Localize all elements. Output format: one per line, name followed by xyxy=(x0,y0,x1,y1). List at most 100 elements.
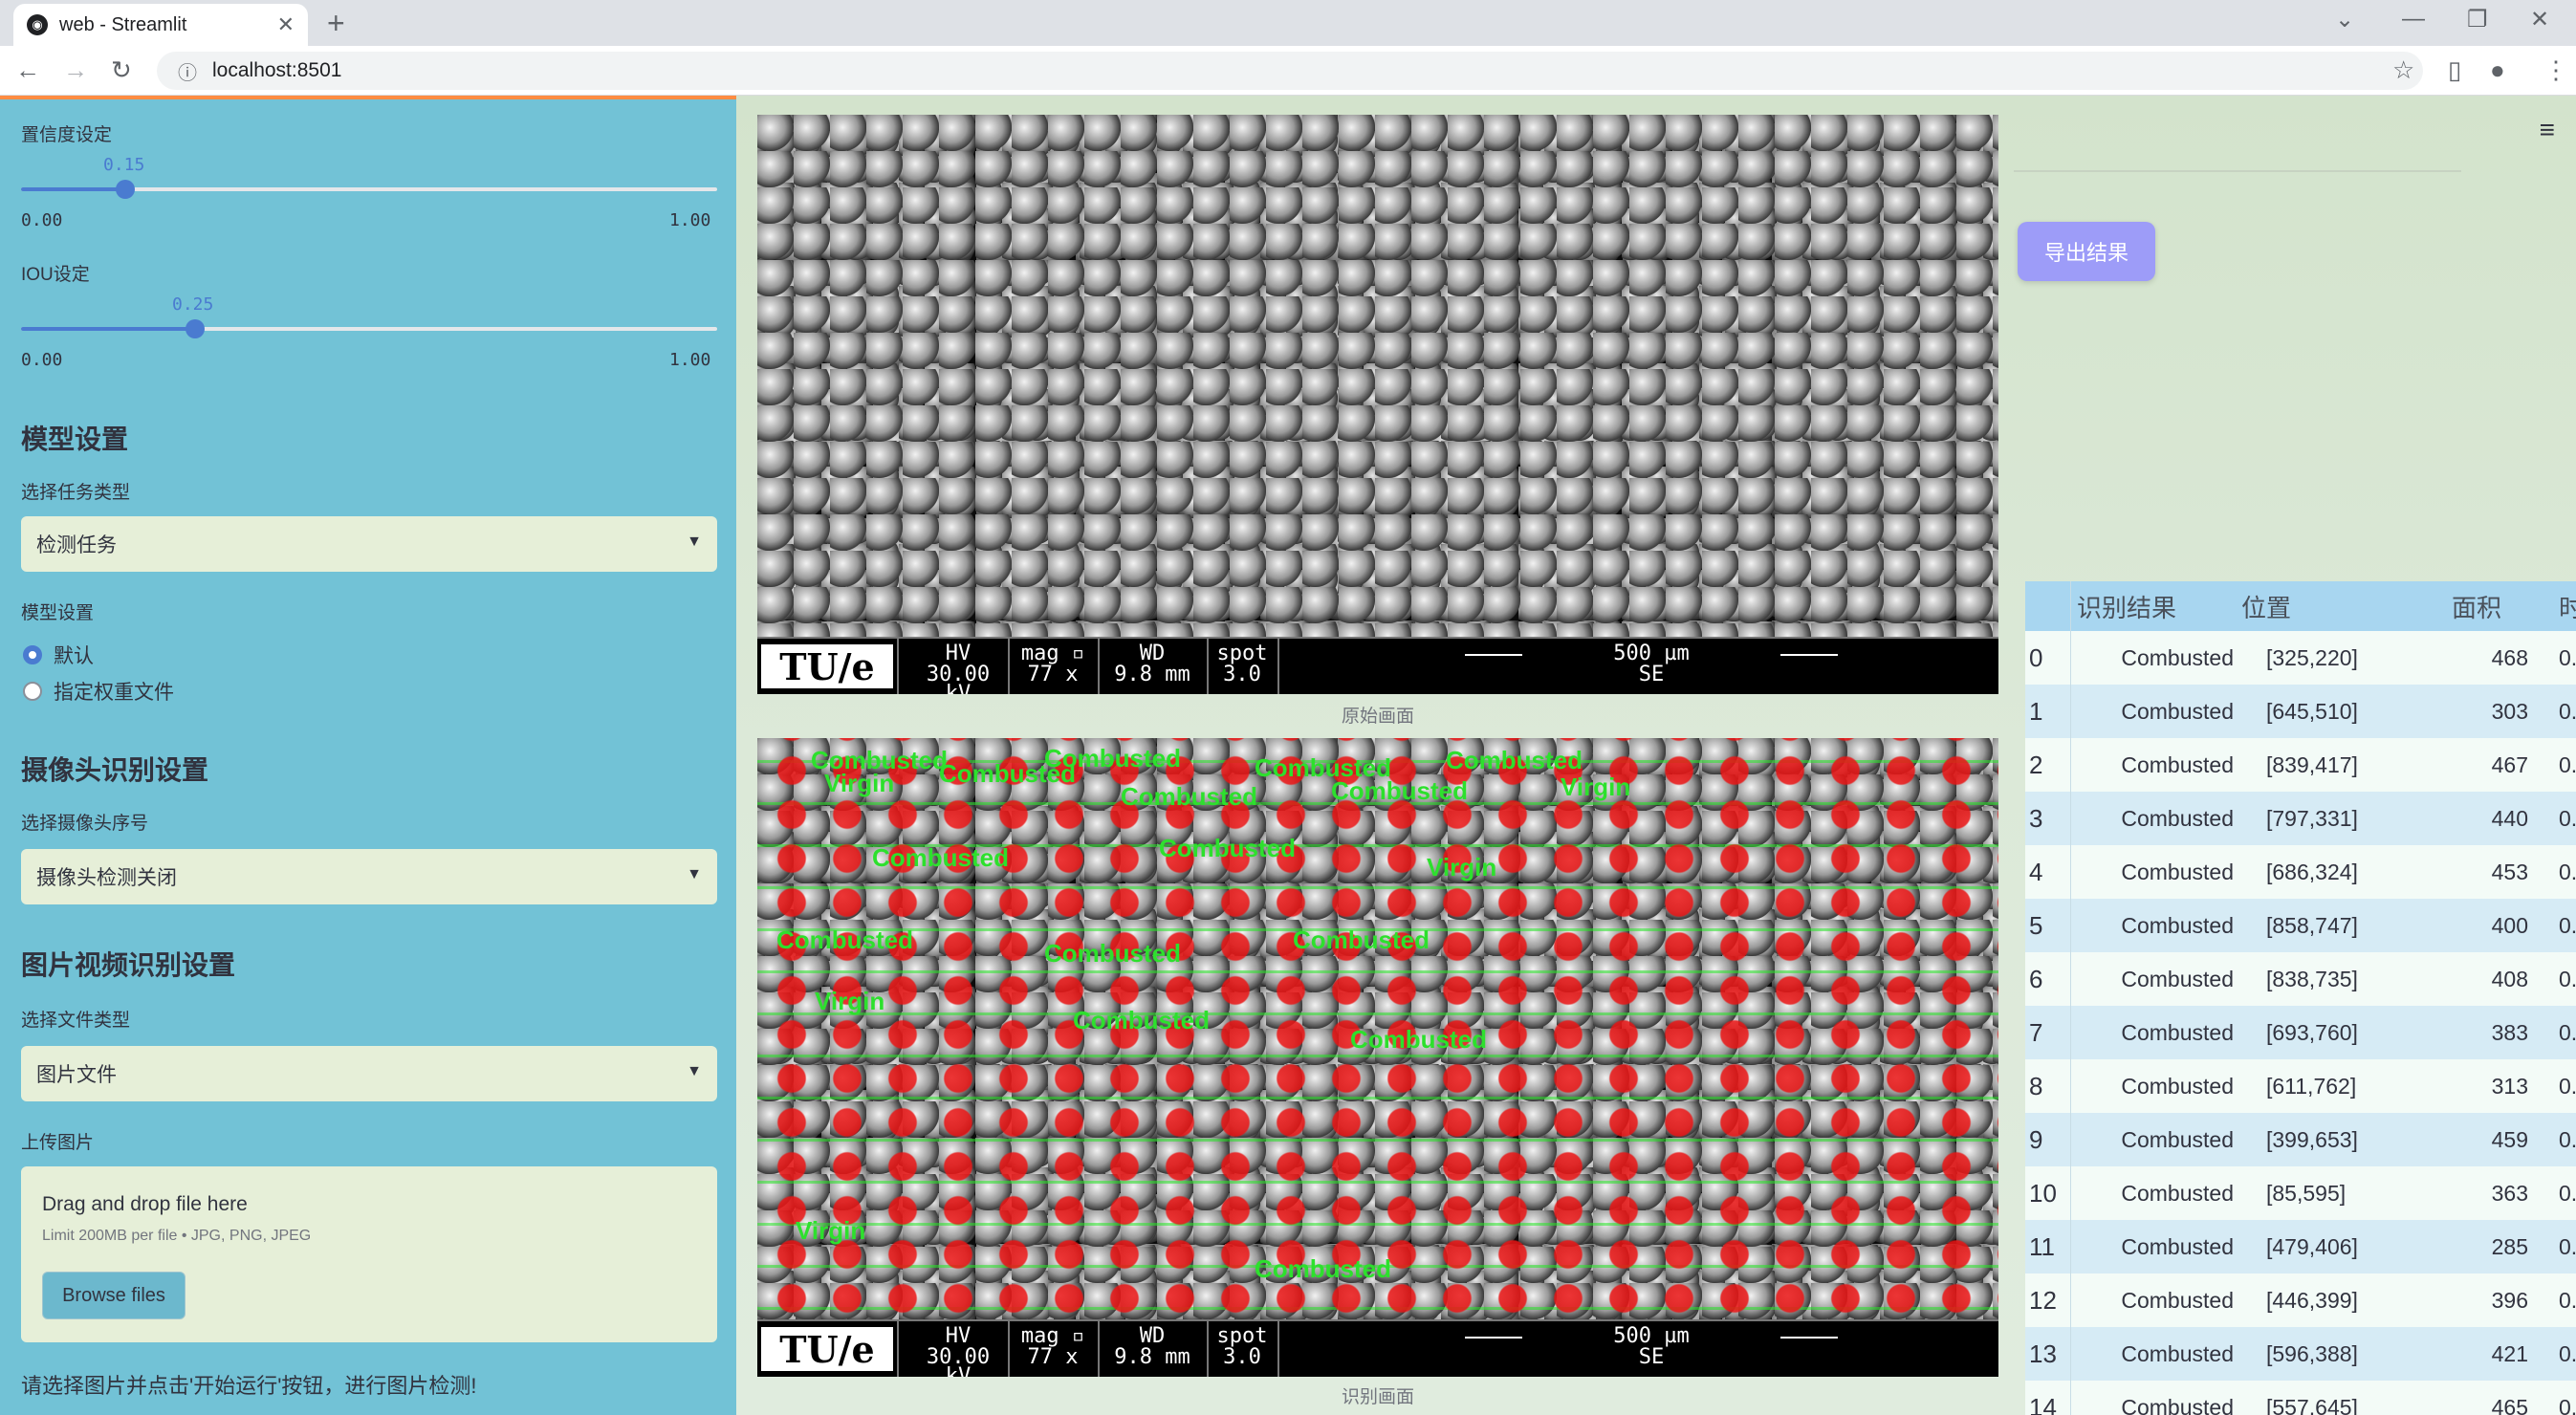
camera-index-value: 摄像头检测关闭 xyxy=(36,867,177,889)
row-index: 9 xyxy=(2025,1113,2071,1166)
table-row[interactable]: 7 Combusted [693,760] 383 0.04 xyxy=(2025,1006,2576,1059)
row-time: 0.04 xyxy=(2559,1019,2576,1045)
row-time: 0.01 xyxy=(2559,1233,2576,1259)
table-row[interactable]: 13 Combusted [596,388] 421 0.05 xyxy=(2025,1327,2576,1381)
row-area: 468 xyxy=(2491,644,2528,670)
iou-slider[interactable] xyxy=(21,319,717,338)
browse-files-button[interactable]: Browse files xyxy=(42,1272,186,1319)
table-row[interactable]: 8 Combusted [611,762] 313 0.01 xyxy=(2025,1059,2576,1113)
wd-value: 9.8 mm xyxy=(1114,663,1190,686)
row-time: 0.01 xyxy=(2559,805,2576,831)
new-tab-icon[interactable]: + xyxy=(327,6,345,41)
row-result: Combusted xyxy=(2121,805,2234,831)
row-result: Combusted xyxy=(2121,1019,2234,1045)
detection-label: Combusted xyxy=(1044,939,1181,968)
row-index: 3 xyxy=(2025,792,2071,845)
sem-info-bar: TU/e HV 30.00 kV mag ▫ 77 x WD 9.8 mm sp… xyxy=(757,1319,1998,1377)
task-type-select[interactable]: 检测任务 ▼ xyxy=(21,516,717,572)
header-position[interactable]: 位置 xyxy=(2239,581,2440,631)
url-field[interactable]: ⓘ localhost:8501 xyxy=(157,52,2423,90)
confidence-slider-thumb[interactable] xyxy=(116,180,135,199)
row-time: 0.02 xyxy=(2559,1126,2576,1152)
header-time[interactable]: 时间 xyxy=(2545,581,2576,631)
detection-label: Combusted xyxy=(1121,782,1257,811)
row-position: [557,645] xyxy=(2266,1394,2358,1415)
row-index: 10 xyxy=(2025,1166,2071,1220)
side-panel-icon[interactable]: ▯ xyxy=(2448,55,2461,85)
confidence-label: 置信度设定 xyxy=(21,125,113,145)
table-row[interactable]: 12 Combusted [446,399] 396 0.02 xyxy=(2025,1274,2576,1327)
tab-title: web - Streamlit xyxy=(59,13,187,35)
row-position: [686,324] xyxy=(2266,859,2358,884)
radio-default[interactable]: 默认 xyxy=(23,641,94,669)
chevron-down-icon: ▼ xyxy=(687,1063,702,1079)
header-result[interactable]: 识别结果 xyxy=(2071,581,2239,631)
scale-value: 500 µm xyxy=(1522,643,1780,664)
row-result: Combusted xyxy=(2121,1233,2234,1259)
table-row[interactable]: 14 Combusted [557,645] 465 0.04 xyxy=(2025,1381,2576,1415)
drag-drop-text: Drag and drop file here xyxy=(42,1193,248,1215)
model-setting-label: 模型设置 xyxy=(21,603,95,623)
header-area[interactable]: 面积 xyxy=(2440,581,2545,631)
row-index: 5 xyxy=(2025,899,2071,952)
table-row[interactable]: 11 Combusted [479,406] 285 0.01 xyxy=(2025,1220,2576,1274)
reload-icon[interactable]: ↻ xyxy=(111,55,132,85)
minimize-icon[interactable]: — xyxy=(2402,6,2425,33)
forward-icon[interactable]: → xyxy=(63,55,88,85)
divider xyxy=(2014,170,2461,172)
restore-icon[interactable]: ❐ xyxy=(2467,6,2488,33)
row-position: [596,388] xyxy=(2266,1340,2358,1366)
export-results-button[interactable]: 导出结果 xyxy=(2018,222,2155,281)
streamlit-favicon-icon: ◉ xyxy=(27,14,48,35)
row-result: Combusted xyxy=(2121,966,2234,991)
table-row[interactable]: 5 Combusted [858,747] 400 0.04 xyxy=(2025,899,2576,952)
tab-search-icon[interactable]: ⌄ xyxy=(2335,6,2354,33)
row-index: 0 xyxy=(2025,631,2071,685)
upload-label: 上传图片 xyxy=(21,1133,95,1153)
close-window-icon[interactable]: ✕ xyxy=(2530,6,2549,33)
table-row[interactable]: 1 Combusted [645,510] 303 0.04 xyxy=(2025,685,2576,738)
table-row[interactable]: 2 Combusted [839,417] 467 0.03 xyxy=(2025,738,2576,792)
row-area: 363 xyxy=(2491,1180,2528,1206)
hamburger-menu-icon[interactable]: ≡ xyxy=(2540,115,2555,145)
camera-index-select[interactable]: 摄像头检测关闭 ▼ xyxy=(21,849,717,904)
camera-settings-heading: 摄像头识别设置 xyxy=(21,755,209,785)
detection-label: Combusted xyxy=(1331,776,1468,805)
iou-slider-thumb[interactable] xyxy=(186,319,205,338)
bookmark-star-icon[interactable]: ☆ xyxy=(2392,55,2414,85)
tue-logo: TU/e xyxy=(761,1327,893,1371)
row-time: 0.02 xyxy=(2559,859,2576,884)
back-icon[interactable]: ← xyxy=(15,55,40,85)
mag-value: 77 x xyxy=(1027,663,1079,686)
row-result: Combusted xyxy=(2121,1340,2234,1366)
close-tab-icon[interactable]: ✕ xyxy=(277,12,295,37)
row-position: [479,406] xyxy=(2266,1233,2358,1259)
confidence-slider[interactable] xyxy=(21,180,717,199)
detection-label: Virgin xyxy=(1561,773,1631,801)
row-area: 303 xyxy=(2491,698,2528,724)
row-area: 408 xyxy=(2491,966,2528,991)
file-uploader[interactable]: Drag and drop file here Limit 200MB per … xyxy=(21,1166,717,1342)
table-row[interactable]: 4 Combusted [686,324] 453 0.02 xyxy=(2025,845,2576,899)
chevron-down-icon: ▼ xyxy=(687,533,702,550)
table-row[interactable]: 6 Combusted [838,735] 408 0.05 xyxy=(2025,952,2576,1006)
task-type-value: 检测任务 xyxy=(36,534,117,556)
file-type-select[interactable]: 图片文件 ▼ xyxy=(21,1046,717,1101)
site-info-icon[interactable]: ⓘ xyxy=(178,57,197,85)
detection-label: Virgin xyxy=(824,769,895,797)
radio-unselected-icon xyxy=(23,682,42,701)
iou-min: 0.00 xyxy=(21,350,63,370)
table-row[interactable]: 10 Combusted [85,595] 363 0.03 xyxy=(2025,1166,2576,1220)
browser-menu-icon[interactable]: ⋮ xyxy=(2543,55,2568,85)
profile-icon[interactable]: ● xyxy=(2490,55,2505,85)
row-time: 0.05 xyxy=(2559,1340,2576,1366)
row-position: [446,399] xyxy=(2266,1287,2358,1313)
radio-custom-weights[interactable]: 指定权重文件 xyxy=(23,677,174,706)
table-row[interactable]: 0 Combusted [325,220] 468 0.04 xyxy=(2025,631,2576,685)
browser-tab[interactable]: ◉ web - Streamlit ✕ xyxy=(13,4,308,46)
row-position: [797,331] xyxy=(2266,805,2358,831)
table-row[interactable]: 3 Combusted [797,331] 440 0.01 xyxy=(2025,792,2576,845)
table-row[interactable]: 9 Combusted [399,653] 459 0.02 xyxy=(2025,1113,2576,1166)
results-table[interactable]: 识别结果 位置 面积 时间 0Combusted[325,220]4680.04… xyxy=(2025,581,2576,1415)
row-time: 0.03 xyxy=(2559,1180,2576,1206)
